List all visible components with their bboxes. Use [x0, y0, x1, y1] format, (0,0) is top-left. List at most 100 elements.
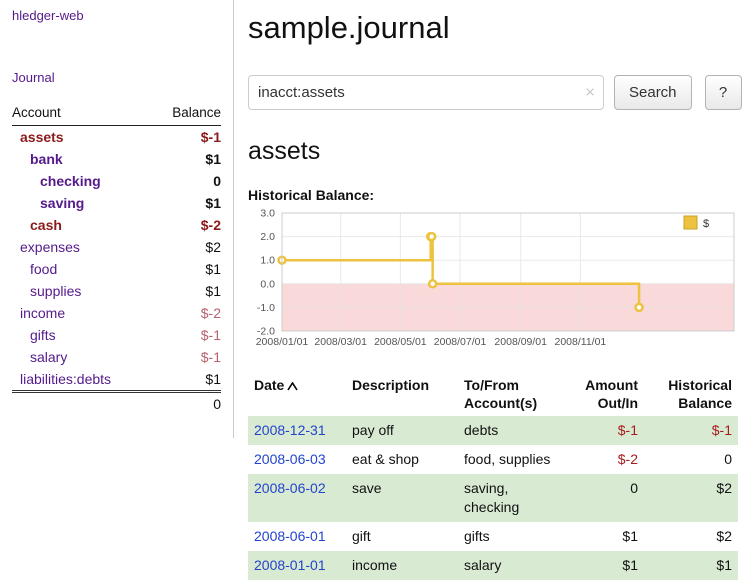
transaction-amount: 0 [562, 474, 644, 522]
account-name-cell: expenses [12, 236, 152, 258]
account-link[interactable]: checking [40, 173, 101, 189]
historical-balance-chart: 3.02.01.00.0-1.0-2.02008/01/012008/03/01… [248, 207, 742, 360]
register-header-description: Description [346, 372, 458, 416]
chart-legend: $ [680, 214, 732, 234]
account-row: cash $-2 [12, 214, 221, 236]
account-name-cell: cash [12, 214, 152, 236]
transaction-date-link[interactable]: 2008-06-03 [254, 451, 326, 467]
register-header-row: Date Description To/From Account(s) Amou… [248, 372, 738, 416]
sort-ascending-icon [287, 377, 298, 395]
account-link[interactable]: supplies [30, 283, 81, 299]
account-row: liabilities:debts $1 [12, 368, 221, 392]
account-link[interactable]: cash [30, 217, 62, 233]
account-row: supplies$1 [12, 280, 221, 302]
register-row: 2008-06-02 savesaving, checking0$2 [248, 474, 738, 522]
page-title: sample.journal [248, 10, 742, 46]
search-button[interactable]: Search [614, 75, 692, 110]
register-table-body: 2008-12-31pay offdebts$-1$-1 2008-06-03 ea… [248, 416, 738, 579]
accounts-table-body: assets$-1bank$1checking0saving$1cash$-2e… [12, 126, 221, 392]
account-row: gifts$-1 [12, 324, 221, 346]
account-link[interactable]: salary [30, 349, 67, 365]
transaction-description: income [346, 551, 458, 580]
svg-text:2008/01/01: 2008/01/01 [256, 336, 309, 348]
transaction-accounts: food, supplies [458, 445, 562, 474]
account-row: saving $1 [12, 192, 221, 214]
account-name-cell: assets [12, 126, 152, 149]
app: hledger-web Journal Account Balance asse… [0, 0, 742, 580]
accounts-total-spacer [12, 392, 152, 416]
transaction-accounts: gifts [458, 522, 562, 551]
transaction-date-link[interactable]: 2008-06-02 [254, 480, 326, 496]
account-balance: $1 [152, 368, 221, 392]
account-link[interactable]: income [20, 305, 65, 321]
transaction-date-link[interactable]: 2008-12-31 [254, 422, 326, 438]
account-name-cell: liabilities:debts [12, 368, 152, 392]
account-link[interactable]: expenses [20, 239, 80, 255]
legend-swatch [684, 216, 697, 229]
register-header-amount: Amount Out/In [562, 372, 644, 416]
svg-text:2008/11/01: 2008/11/01 [554, 336, 606, 348]
accounts-total: 0 [152, 392, 221, 416]
transaction-balance: $2 [644, 474, 738, 522]
chart-heading: Historical Balance: [248, 187, 742, 203]
account-name-cell: bank [12, 148, 152, 170]
account-link[interactable]: food [30, 261, 57, 277]
account-balance: $1 [152, 258, 221, 280]
help-button[interactable]: ? [705, 75, 742, 110]
transaction-description: save [346, 474, 458, 522]
account-link[interactable]: liabilities:debts [20, 371, 111, 387]
search-input[interactable] [248, 75, 604, 110]
account-link[interactable]: gifts [30, 327, 56, 343]
register-header-date[interactable]: Date [248, 372, 346, 416]
register-row: 2008-06-01giftgifts$1$2 [248, 522, 738, 551]
transaction-date-cell: 2008-12-31 [248, 416, 346, 445]
app-title-link[interactable]: hledger-web [12, 8, 221, 23]
account-balance: $-2 [152, 302, 221, 324]
account-name-cell: salary [12, 346, 152, 368]
account-row: food $1 [12, 258, 221, 280]
account-name-cell: income [12, 302, 152, 324]
transaction-description: eat & shop [346, 445, 458, 474]
register-row: 2008-06-03eat & shopfood, supplies$-20 [248, 445, 738, 474]
account-link[interactable]: saving [40, 195, 84, 211]
svg-text:2008/07/01: 2008/07/01 [434, 336, 487, 348]
transaction-balance: 0 [644, 445, 738, 474]
account-balance: $-1 [152, 346, 221, 368]
account-link[interactable]: bank [30, 151, 63, 167]
register-header-balance: Historical Balance [644, 372, 738, 416]
account-link[interactable]: assets [20, 129, 64, 145]
svg-text:2.0: 2.0 [260, 231, 275, 243]
svg-text:-1.0: -1.0 [257, 302, 275, 314]
transaction-date-cell: 2008-06-02 [248, 474, 346, 522]
transaction-date-cell: 2008-06-01 [248, 522, 346, 551]
account-row: income $-2 [12, 302, 221, 324]
transaction-date-link[interactable]: 2008-06-01 [254, 528, 326, 544]
account-balance: $2 [152, 236, 221, 258]
clear-search-icon[interactable]: × [585, 82, 595, 102]
transaction-accounts: saving, checking [458, 474, 562, 522]
legend-label: $ [703, 218, 709, 230]
sidebar: hledger-web Journal Account Balance asse… [0, 0, 233, 580]
account-row: bank$1 [12, 148, 221, 170]
journal-link[interactable]: Journal [12, 70, 221, 85]
account-name-cell: food [12, 258, 152, 280]
register-header-date-label: Date [254, 377, 284, 393]
account-balance: $1 [152, 192, 221, 214]
transaction-description: gift [346, 522, 458, 551]
data-point-marker [429, 280, 436, 287]
register-row: 2008-12-31pay offdebts$-1$-1 [248, 416, 738, 445]
transaction-date-link[interactable]: 2008-01-01 [254, 557, 326, 573]
transaction-date-cell: 2008-06-03 [248, 445, 346, 474]
transaction-amount: $1 [562, 522, 644, 551]
account-balance: $-1 [152, 126, 221, 149]
account-balance: $-2 [152, 214, 221, 236]
account-row: assets $-1 [12, 126, 221, 149]
main-content: sample.journal × Search ? assets Histori… [233, 0, 742, 580]
account-row: salary $-1 [12, 346, 221, 368]
transaction-accounts: debts [458, 416, 562, 445]
register-row: 2008-01-01incomesalary$1$1 [248, 551, 738, 580]
transaction-date-cell: 2008-01-01 [248, 551, 346, 580]
accounts-total-row: 0 [12, 392, 221, 416]
historical-balance-chart-svg: 3.02.01.00.0-1.0-2.02008/01/012008/03/01… [248, 207, 738, 355]
accounts-header-row: Account Balance [12, 101, 221, 126]
